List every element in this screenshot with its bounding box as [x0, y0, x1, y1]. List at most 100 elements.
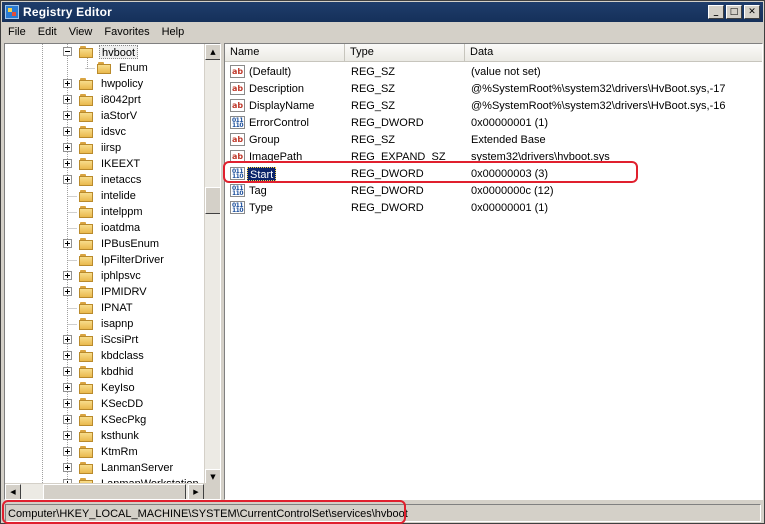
tree-item-iscsiprt[interactable]: iScsiPrt	[5, 332, 204, 348]
value-row-imagepath[interactable]: ab ImagePath REG_EXPAND_SZ system32\drivers…	[225, 148, 762, 165]
expand-plus-icon[interactable]	[63, 463, 72, 472]
binary-value-icon: 011 110	[230, 167, 245, 180]
tree-item-hwpolicy[interactable]: hwpolicy	[5, 76, 204, 92]
string-value-icon: ab	[230, 65, 245, 78]
tree-scroll-thumb[interactable]	[205, 187, 220, 214]
tree-item-ioatdma[interactable]: ioatdma	[5, 220, 204, 236]
registry-editor-icon	[5, 5, 19, 19]
expand-plus-icon[interactable]	[63, 415, 72, 424]
value-row-group[interactable]: ab Group REG_SZ Extended Base	[225, 131, 762, 148]
tree-item-enum[interactable]: Enum	[5, 60, 204, 76]
value-data: 0x00000001 (1)	[471, 117, 549, 129]
expand-plus-icon[interactable]	[63, 143, 72, 152]
tree-hscroll-thumb[interactable]	[43, 484, 186, 499]
tree-item-ipfilterdriver[interactable]: IpFilterDriver	[5, 252, 204, 268]
tree-item-label: i8042prt	[101, 94, 141, 106]
tree-item-kbdhid[interactable]: kbdhid	[5, 364, 204, 380]
value-row-displayname[interactable]: ab DisplayName REG_SZ @%SystemRoot%\system3…	[225, 97, 762, 114]
maximize-button[interactable]: □	[726, 5, 742, 19]
tree-item-ikeext[interactable]: IKEEXT	[5, 156, 204, 172]
tree-item-lanmanserver[interactable]: LanmanServer	[5, 460, 204, 476]
collapse-minus-icon[interactable]	[63, 47, 72, 56]
values-list-pane[interactable]: Name Type Data ab (Default) REG_SZ (value n…	[224, 43, 763, 500]
tree-item-ksthunk[interactable]: ksthunk	[5, 428, 204, 444]
title-bar[interactable]: Registry Editor _ □ ✕	[2, 2, 763, 22]
expand-plus-icon[interactable]	[63, 447, 72, 456]
tree-item-ipbusenum[interactable]: IPBusEnum	[5, 236, 204, 252]
folder-icon	[79, 318, 93, 330]
menu-help[interactable]: Help	[156, 23, 191, 41]
scroll-right-arrow-icon[interactable]: ▶	[188, 484, 204, 499]
tree-item-ipnat[interactable]: IPNAT	[5, 300, 204, 316]
tree-item-label: KtmRm	[101, 446, 138, 458]
expand-plus-icon[interactable]	[63, 287, 72, 296]
folder-icon	[79, 174, 93, 186]
folder-icon	[79, 158, 93, 170]
value-row-default[interactable]: ab (Default) REG_SZ (value not set)	[225, 63, 762, 80]
expand-plus-icon[interactable]	[63, 351, 72, 360]
menu-view[interactable]: View	[63, 23, 99, 41]
tree-item-ktmrm[interactable]: KtmRm	[5, 444, 204, 460]
key-tree-pane[interactable]: hvboot Enum hwpolicy i8042prt iaStorV idsvc ii…	[4, 43, 221, 500]
scroll-left-arrow-icon[interactable]: ◀	[5, 484, 21, 499]
value-row-description[interactable]: ab Description REG_SZ @%SystemRoot%\system3…	[225, 80, 762, 97]
tree-item-i8042prt[interactable]: i8042prt	[5, 92, 204, 108]
scroll-up-arrow-icon[interactable]: ▲	[205, 44, 220, 60]
registry-editor-window: Registry Editor _ □ ✕ File Edit View Fav…	[0, 0, 765, 524]
expand-plus-icon[interactable]	[63, 79, 72, 88]
expand-plus-icon[interactable]	[63, 383, 72, 392]
expand-plus-icon[interactable]	[63, 95, 72, 104]
tree-item-hvboot[interactable]: hvboot	[5, 44, 204, 60]
value-row-errorcontrol[interactable]: 011 110 ErrorControl REG_DWORD 0x00000001 (…	[225, 114, 762, 131]
tree-item-iirsp[interactable]: iirsp	[5, 140, 204, 156]
expand-plus-icon[interactable]	[63, 111, 72, 120]
tree-item-isapnp[interactable]: isapnp	[5, 316, 204, 332]
value-data: Extended Base	[471, 134, 546, 146]
expand-plus-icon[interactable]	[63, 367, 72, 376]
column-header-name[interactable]: Name	[225, 44, 345, 62]
column-header-type[interactable]: Type	[345, 44, 465, 62]
tree-item-intelppm[interactable]: intelppm	[5, 204, 204, 220]
close-button[interactable]: ✕	[744, 5, 760, 19]
expand-plus-icon[interactable]	[63, 399, 72, 408]
expand-plus-icon[interactable]	[63, 335, 72, 344]
tree-item-intelide[interactable]: intelide	[5, 188, 204, 204]
tree-item-ksecpkg[interactable]: KSecPkg	[5, 412, 204, 428]
expand-plus-icon[interactable]	[63, 159, 72, 168]
folder-icon	[79, 414, 93, 426]
tree-item-idsvc[interactable]: idsvc	[5, 124, 204, 140]
folder-icon	[79, 366, 93, 378]
tree-item-iphlpsvc[interactable]: iphlpsvc	[5, 268, 204, 284]
tree-item-ipmidrv[interactable]: IPMIDRV	[5, 284, 204, 300]
menu-file[interactable]: File	[2, 23, 32, 41]
value-row-tag[interactable]: 011 110 Tag REG_DWORD 0x0000000c (12)	[225, 182, 762, 199]
tree-item-inetaccs[interactable]: inetaccs	[5, 172, 204, 188]
tree-item-kbdclass[interactable]: kbdclass	[5, 348, 204, 364]
tree-item-label: IPMIDRV	[101, 286, 147, 298]
tree-item-label: intelide	[101, 190, 136, 202]
tree-vertical-scrollbar[interactable]: ▲ ▼	[204, 44, 220, 485]
tree-item-iastorv[interactable]: iaStorV	[5, 108, 204, 124]
folder-icon	[79, 270, 93, 282]
expand-plus-icon[interactable]	[63, 271, 72, 280]
tree-item-keyiso[interactable]: KeyIso	[5, 380, 204, 396]
minimize-button[interactable]: _	[708, 5, 724, 19]
tree-item-ksecdd[interactable]: KSecDD	[5, 396, 204, 412]
column-header-data[interactable]: Data	[465, 44, 762, 62]
expand-plus-icon[interactable]	[63, 239, 72, 248]
value-row-start[interactable]: 011 110 Start REG_DWORD 0x00000003 (3)	[225, 165, 762, 182]
value-name: Group	[249, 134, 280, 146]
tree-item-label: IPNAT	[101, 302, 133, 314]
folder-icon	[79, 142, 93, 154]
value-name: (Default)	[249, 66, 292, 78]
expand-plus-icon[interactable]	[63, 127, 72, 136]
status-path: Computer\HKEY_LOCAL_MACHINE\SYSTEM\Curre…	[5, 503, 761, 522]
expand-plus-icon[interactable]	[63, 175, 72, 184]
expand-plus-icon[interactable]	[63, 431, 72, 440]
tree-item-label: IpFilterDriver	[101, 254, 164, 266]
tree-horizontal-scrollbar[interactable]: ◀ ▶	[5, 483, 204, 499]
tree-item-label: hvboot	[99, 45, 139, 59]
value-row-type[interactable]: 011 110 Type REG_DWORD 0x00000001 (1)	[225, 199, 762, 216]
menu-favorites[interactable]: Favorites	[98, 23, 155, 41]
menu-edit[interactable]: Edit	[32, 23, 63, 41]
